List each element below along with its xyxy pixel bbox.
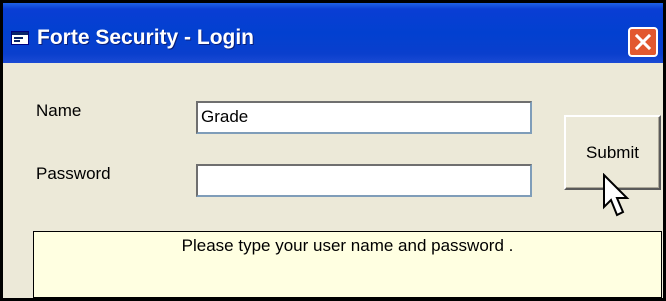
login-dialog: Forte Security - Login Name Grade Passwo… [3, 3, 663, 298]
password-input[interactable] [196, 164, 532, 197]
submit-button-label: Submit [586, 143, 639, 162]
password-label: Password [36, 164, 111, 183]
status-message: Please type your user name and password … [181, 236, 514, 255]
mouse-pointer-icon [603, 173, 630, 217]
dialog-body: Name Grade Password Submit Please type y… [3, 63, 663, 298]
window-app-icon [11, 31, 29, 45]
status-message-box: Please type your user name and password … [33, 231, 662, 298]
screenshot-frame: Forte Security - Login Name Grade Passwo… [0, 0, 666, 301]
name-label: Name [36, 101, 82, 120]
title-bar[interactable]: Forte Security - Login [3, 3, 663, 63]
close-button[interactable] [628, 27, 658, 57]
window-title: Forte Security - Login [37, 26, 255, 49]
name-input[interactable]: Grade [196, 101, 532, 134]
close-icon [634, 33, 652, 51]
